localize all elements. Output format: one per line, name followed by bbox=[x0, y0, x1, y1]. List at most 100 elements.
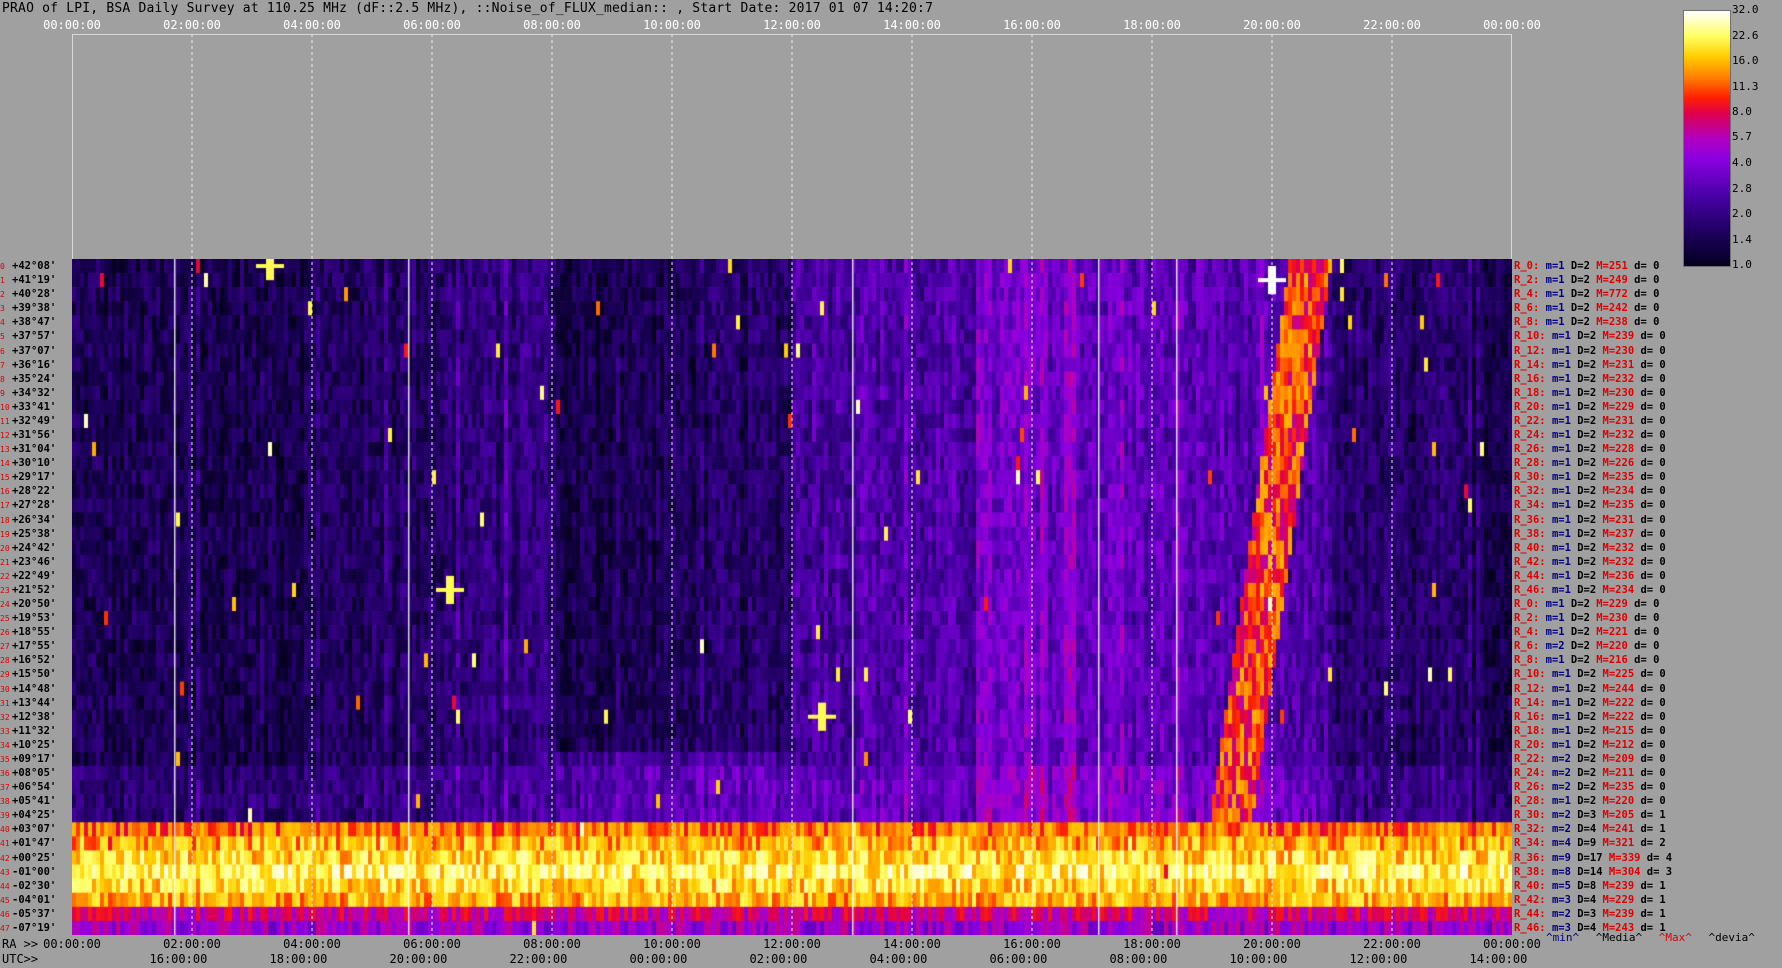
stat-min: m=1 bbox=[1551, 724, 1571, 737]
stat-deviation: d= 0 bbox=[1640, 358, 1666, 371]
stat-min: m=1 bbox=[1551, 795, 1571, 808]
stat-beam: R_18: bbox=[1514, 386, 1546, 399]
stat-median: D=2 bbox=[1577, 330, 1597, 343]
beam-index: 32 bbox=[0, 712, 10, 722]
stat-beam: R_36: bbox=[1514, 513, 1546, 526]
stat-min: m=1 bbox=[1551, 569, 1571, 582]
declination-label: 29 +15°50' bbox=[0, 668, 70, 680]
beam-stat-row: R_8: m=1 D=2 M=238 d= 0 bbox=[1514, 316, 1659, 328]
declination-value: -07°19' bbox=[12, 921, 57, 934]
beam-index: 5 bbox=[0, 332, 5, 342]
stat-median: D=3 bbox=[1577, 809, 1597, 822]
stat-beam: R_8: bbox=[1514, 316, 1540, 329]
stat-min: m=2 bbox=[1551, 809, 1571, 822]
declination-value: +12°38' bbox=[12, 710, 57, 723]
stat-median: D=2 bbox=[1577, 555, 1597, 568]
stat-min: m=3 bbox=[1551, 921, 1571, 934]
stat-beam: R_22: bbox=[1514, 752, 1546, 765]
beam-index: 9 bbox=[0, 388, 5, 398]
beam-index: 23 bbox=[0, 585, 10, 595]
declination-label: 41 +01°47' bbox=[0, 837, 70, 849]
stat-median: D=2 bbox=[1577, 471, 1597, 484]
declination-value: +31°56' bbox=[12, 429, 57, 441]
stat-beam: R_18: bbox=[1514, 724, 1546, 737]
declination-label: 18 +26°34' bbox=[0, 514, 70, 526]
declination-value: +00°25' bbox=[12, 851, 57, 864]
stat-median: D=2 bbox=[1577, 668, 1597, 681]
declination-value: +08°05' bbox=[12, 767, 57, 779]
beam-stat-row: R_32: m=1 D=2 M=234 d= 0 bbox=[1514, 485, 1666, 497]
colorbar-tick: 11.3 bbox=[1732, 79, 1759, 93]
stat-median: D=2 bbox=[1577, 781, 1597, 794]
stat-median: D=2 bbox=[1570, 260, 1590, 272]
colorbar-tick: 4.0 bbox=[1732, 156, 1752, 169]
stat-deviation: d= 0 bbox=[1634, 612, 1660, 625]
stat-deviation: d= 1 bbox=[1640, 907, 1666, 920]
stat-beam: R_28: bbox=[1514, 795, 1546, 808]
beam-stat-row: R_36: m=9 D=17 M=339 d= 4 bbox=[1514, 852, 1672, 864]
stat-max: M=220 bbox=[1596, 640, 1628, 653]
stat-max: M=241 bbox=[1602, 823, 1635, 836]
stat-deviation: d= 0 bbox=[1640, 767, 1666, 779]
beam-index: 45 bbox=[0, 895, 10, 905]
declination-label: 13 +31°04' bbox=[0, 443, 70, 455]
ra-prefix: RA >> bbox=[2, 937, 39, 951]
stat-deviation: d= 0 bbox=[1634, 598, 1660, 610]
stat-beam: R_40: bbox=[1514, 879, 1546, 892]
stat-min: m=1 bbox=[1551, 358, 1571, 371]
top-tick-label: 00:00:00 bbox=[1483, 18, 1541, 32]
declination-value: +09°17' bbox=[12, 752, 57, 765]
stat-max: M=205 bbox=[1602, 809, 1635, 822]
stat-max: M=216 bbox=[1596, 654, 1628, 667]
stat-deviation: d= 3 bbox=[1646, 865, 1673, 878]
beam-index: 16 bbox=[0, 487, 10, 497]
stat-beam: R_34: bbox=[1514, 499, 1546, 512]
declination-label: 45 -04°01' bbox=[0, 894, 70, 906]
stat-beam: R_42: bbox=[1514, 893, 1546, 906]
beam-stat-row: R_12: m=1 D=2 M=244 d= 0 bbox=[1514, 683, 1666, 695]
stat-median: D=2 bbox=[1577, 795, 1597, 808]
top-tick-label: 18:00:00 bbox=[1123, 18, 1181, 32]
stat-median: D=2 bbox=[1577, 710, 1597, 723]
stat-max: M=244 bbox=[1602, 682, 1635, 695]
colorbar-tick: 1.0 bbox=[1732, 258, 1752, 271]
colorbar-tick: 32.0 bbox=[1732, 3, 1759, 16]
top-tick-label: 14:00:00 bbox=[883, 18, 941, 32]
stat-deviation: d= 0 bbox=[1640, 414, 1666, 427]
stat-median: D=2 bbox=[1577, 457, 1597, 470]
declination-label: 9 +34°32' bbox=[0, 387, 70, 399]
ra-tick-label: 00:00:00 bbox=[1483, 937, 1541, 951]
stat-median: D=4 bbox=[1577, 921, 1597, 934]
stat-max: M=228 bbox=[1602, 443, 1635, 456]
beam-stat-row: R_0: m=1 D=2 M=251 d= 0 bbox=[1514, 260, 1659, 272]
declination-label: 38 +05°41' bbox=[0, 795, 70, 807]
stat-deviation: d= 1 bbox=[1640, 823, 1666, 836]
beam-stat-row: R_10: m=1 D=2 M=225 d= 0 bbox=[1514, 668, 1666, 680]
stat-max: M=236 bbox=[1602, 569, 1635, 582]
stat-min: m=1 bbox=[1551, 682, 1571, 695]
beam-index: 27 bbox=[0, 642, 10, 652]
stat-median: D=2 bbox=[1577, 527, 1597, 540]
stat-beam: R_12: bbox=[1514, 344, 1546, 357]
stat-beam: R_4: bbox=[1514, 626, 1540, 639]
stat-min: m=9 bbox=[1551, 851, 1571, 864]
declination-value: +29°17' bbox=[12, 471, 57, 484]
stat-median: D=2 bbox=[1577, 400, 1597, 413]
utc-tick-label: 04:00:00 bbox=[869, 952, 928, 966]
beam-stat-row: R_40: m=1 D=2 M=232 d= 0 bbox=[1514, 542, 1666, 554]
beam-stat-row: R_28: m=1 D=2 M=226 d= 0 bbox=[1514, 457, 1666, 469]
stat-beam: R_28: bbox=[1514, 457, 1546, 470]
stat-beam: R_14: bbox=[1514, 696, 1546, 709]
stat-beam: R_40: bbox=[1514, 541, 1546, 554]
stat-min: m=3 bbox=[1551, 893, 1571, 906]
declination-value: +37°07' bbox=[12, 344, 57, 357]
top-tick-label: 20:00:00 bbox=[1243, 18, 1301, 32]
declination-value: +36°16' bbox=[12, 358, 57, 371]
beam-index: 36 bbox=[0, 769, 10, 778]
beam-stat-row: R_22: m=2 D=2 M=209 d= 0 bbox=[1514, 753, 1666, 765]
declination-value: +01°47' bbox=[12, 837, 57, 850]
stat-deviation: d= 0 bbox=[1634, 626, 1660, 639]
top-tick-label: 00:00:00 bbox=[43, 18, 101, 32]
ra-tick-label: 06:00:00 bbox=[403, 937, 461, 951]
beam-index: 10 bbox=[0, 402, 10, 412]
